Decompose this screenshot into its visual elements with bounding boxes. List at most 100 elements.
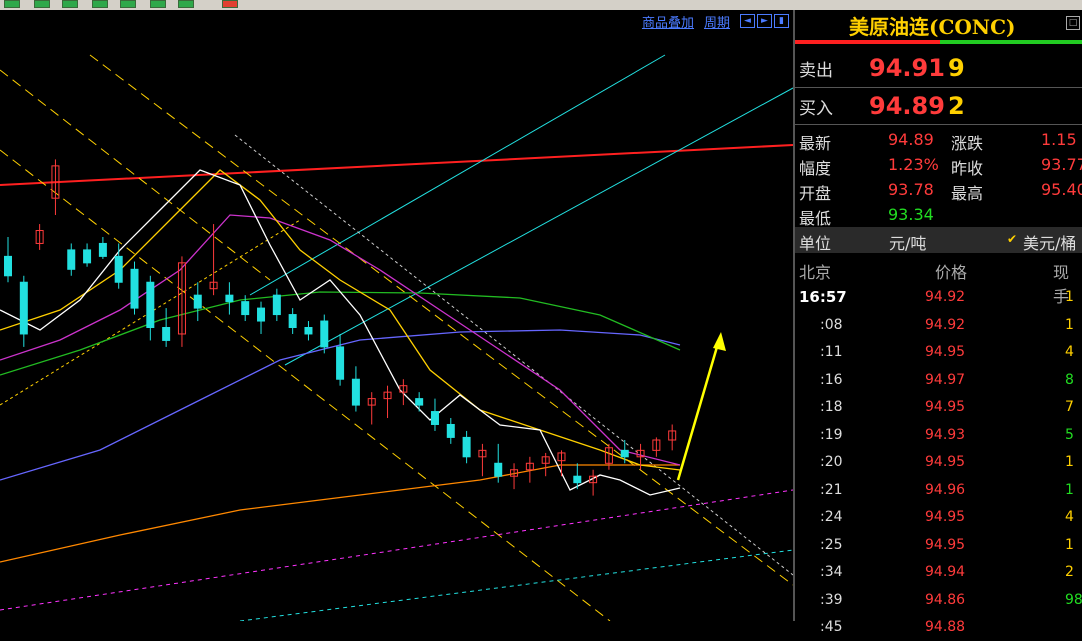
candle-body: [130, 268, 139, 309]
candle-body: [19, 281, 28, 335]
tick-row[interactable]: :18 94.95 7: [795, 394, 1082, 421]
tick-time: :45: [820, 619, 843, 635]
tick-row[interactable]: :39 94.86 98: [795, 587, 1082, 614]
buy-price: 94.89: [869, 92, 945, 120]
tick-time: :24: [820, 509, 843, 525]
kline-chart-area[interactable]: 商品叠加 周期 ◄ ► ▮: [0, 10, 793, 621]
unit-value[interactable]: 元/吨: [889, 230, 926, 254]
candle-body: [620, 449, 629, 458]
tick-volume: 1: [1065, 481, 1074, 498]
candle-body: [336, 346, 345, 380]
candle-body: [241, 301, 250, 316]
tick-time: :39: [820, 591, 843, 608]
tick-row[interactable]: 16:57 94.92 1: [795, 284, 1082, 311]
candle-body: [494, 462, 503, 477]
period-link[interactable]: 周期: [704, 12, 730, 31]
resistance-line: [0, 144, 793, 186]
cyan-dotted-line: [239, 549, 793, 621]
panel-toggle-icon[interactable]: ▮: [774, 14, 789, 28]
tick-volume: 5: [1065, 426, 1074, 443]
tick-row[interactable]: :16 94.97 8: [795, 367, 1082, 394]
ma5-line: [0, 169, 681, 496]
tick-header: 北京 价格 现手: [795, 256, 1082, 306]
buy-row[interactable]: 买入 94.89 2: [795, 88, 1082, 124]
field-label: 最高: [951, 184, 984, 203]
tick-row[interactable]: :25 94.95 1: [795, 532, 1082, 559]
toolbar-button[interactable]: [222, 0, 238, 8]
restore-icon[interactable]: □: [1066, 16, 1080, 30]
candle-body: [4, 255, 12, 277]
tick-row[interactable]: :21 94.96 1: [795, 477, 1082, 504]
field-value: 93.34: [888, 205, 934, 224]
tick-volume: 1: [1065, 316, 1074, 333]
tick-row[interactable]: :34 94.94 2: [795, 559, 1082, 586]
candle-body: [304, 327, 313, 335]
sell-row[interactable]: 卖出 94.91 9: [795, 50, 1082, 86]
ma10-line: [0, 169, 681, 471]
tick-price: 94.86: [925, 591, 966, 608]
tick-row[interactable]: :20 94.95 1: [795, 449, 1082, 476]
tick-volume: 4: [1065, 344, 1074, 360]
channel-line-outer: [0, 69, 271, 281]
tick-price: 94.95: [925, 344, 966, 360]
toolbar-button[interactable]: [92, 0, 108, 8]
candle-body: [83, 249, 92, 264]
candle-body: [415, 398, 424, 406]
candle-body: [193, 294, 202, 309]
tick-volume: 2: [1065, 564, 1074, 580]
tick-head-price: 价格: [935, 263, 968, 282]
toolbar-button[interactable]: [34, 0, 50, 8]
dotted-trend-line: [234, 134, 793, 576]
tick-row[interactable]: :11 94.95 4: [795, 339, 1082, 366]
quote-title-bar: 美原油连(CONC) □: [795, 10, 1082, 40]
tick-head-time: 北京: [799, 263, 832, 282]
scroll-right-icon[interactable]: ►: [757, 14, 772, 28]
channel-line-bottom: [0, 149, 611, 621]
tick-time: :11: [820, 344, 843, 360]
toolbar-button[interactable]: [62, 0, 78, 8]
unit-row[interactable]: 单位 元/吨 ✔ 美元/桶: [795, 227, 1082, 253]
tick-row[interactable]: :24 94.95 4: [795, 504, 1082, 531]
toolbar-button[interactable]: [120, 0, 136, 8]
tick-row[interactable]: :45 94.88: [795, 614, 1082, 641]
tick-time: :18: [820, 399, 843, 415]
tick-time: 16:57: [799, 288, 847, 306]
tick-row[interactable]: :08 94.92 1: [795, 312, 1082, 339]
unit-alt[interactable]: 美元/桶: [1023, 230, 1076, 254]
magenta-dotted-line: [0, 489, 793, 611]
unit-label: 单位: [799, 234, 832, 253]
tick-volume: 4: [1065, 509, 1074, 525]
check-icon[interactable]: ✔: [1007, 232, 1017, 246]
tick-price: 94.96: [925, 481, 966, 498]
candle-body: [67, 249, 76, 270]
candle-body: [446, 423, 455, 438]
tick-time: :19: [820, 426, 843, 443]
toolbar-button[interactable]: [178, 0, 194, 8]
tick-time: :34: [820, 564, 843, 580]
overlay-link[interactable]: 商品叠加: [642, 12, 694, 31]
buy-label: 买入: [799, 98, 833, 119]
candle-body: [225, 294, 234, 303]
candle-body: [257, 307, 266, 322]
toolbar-button[interactable]: [4, 0, 20, 8]
tick-price: 94.97: [925, 371, 966, 388]
scroll-left-icon[interactable]: ◄: [740, 14, 755, 28]
quote-field-row: 幅度 1.23% 昨收 93.77: [795, 153, 1082, 178]
quote-field-row: 最低 93.34: [795, 203, 1082, 228]
projection-arrow: [676, 339, 721, 481]
field-value: 94.89: [888, 130, 934, 149]
instrument-title: 美原油连(CONC): [849, 14, 1016, 39]
tick-volume: 98: [1065, 591, 1082, 608]
channel-line-top: [89, 54, 793, 586]
candle-body: [98, 242, 107, 257]
field-value: 1.23%: [888, 155, 939, 174]
tick-price: 94.88: [925, 619, 966, 635]
tick-volume: 8: [1065, 371, 1074, 388]
kline-chart[interactable]: [0, 10, 793, 621]
toolbar-button[interactable]: [150, 0, 166, 8]
candle-body: [146, 281, 155, 329]
field-value: 93.78: [888, 180, 934, 199]
field-label: 最低: [799, 209, 832, 228]
tick-row[interactable]: :19 94.93 5: [795, 422, 1082, 449]
separator: [795, 124, 1082, 125]
